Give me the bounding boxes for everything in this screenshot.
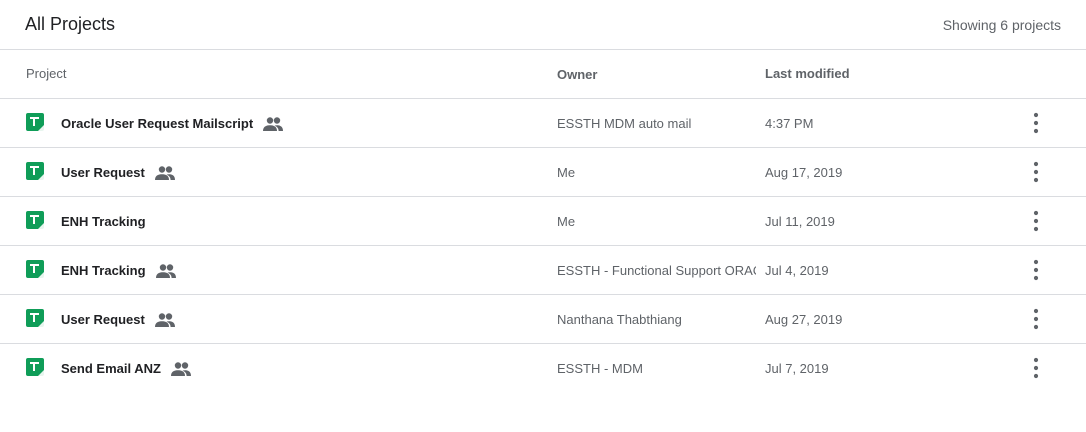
more-vert-icon[interactable] <box>1026 356 1046 380</box>
people-icon <box>170 361 191 376</box>
apps-script-file-icon <box>26 260 44 278</box>
people-icon <box>263 116 284 131</box>
more-vert-icon[interactable] <box>1026 160 1046 184</box>
project-last-modified: Jul 11, 2019 <box>765 214 835 229</box>
project-owner: Nanthana Thabthiang <box>557 312 682 327</box>
project-count: Showing 6 projects <box>942 17 1061 33</box>
project-last-modified: 4:37 PM <box>765 116 814 131</box>
project-name: User Request <box>61 165 145 180</box>
page-title: All Projects <box>25 14 116 34</box>
project-name: Oracle User Request Mailscript <box>61 116 254 131</box>
project-owner: ESSTH MDM auto mail <box>557 116 692 131</box>
project-owner: ESSTH - MDM <box>557 361 643 376</box>
apps-script-file-icon <box>26 309 44 327</box>
column-header-owner[interactable]: Owner <box>557 67 597 82</box>
project-name: ENH Tracking <box>61 214 146 229</box>
project-owner: ESSTH - Functional Support ORAC <box>557 263 756 278</box>
project-last-modified: Jul 7, 2019 <box>765 361 829 376</box>
page-header: All Projects Showing 6 projects <box>0 0 1086 50</box>
project-owner: Me <box>557 214 576 229</box>
column-header-last-modified[interactable]: Last modified <box>765 66 850 81</box>
more-vert-icon[interactable] <box>1026 209 1046 233</box>
project-row[interactable]: ENH Tracking ESSTH - Functional Support … <box>0 246 1086 295</box>
more-vert-icon[interactable] <box>1026 111 1046 135</box>
people-icon <box>154 312 175 327</box>
project-name: User Request <box>61 312 145 327</box>
apps-script-file-icon <box>26 358 44 376</box>
people-icon <box>154 165 175 180</box>
column-header-project[interactable]: Project <box>26 66 66 81</box>
apps-script-file-icon <box>26 113 44 131</box>
project-row[interactable]: User Request Me Aug 17, 2019 <box>0 148 1086 197</box>
project-row[interactable]: Send Email ANZ ESSTH - MDM Jul 7, 2019 <box>0 344 1086 393</box>
project-owner: Me <box>557 165 576 180</box>
project-row[interactable]: ENH Tracking Me Jul 11, 2019 <box>0 197 1086 246</box>
project-last-modified: Aug 27, 2019 <box>765 312 843 327</box>
project-last-modified: Jul 4, 2019 <box>765 263 829 278</box>
project-name: Send Email ANZ <box>61 361 161 376</box>
project-last-modified: Aug 17, 2019 <box>765 165 843 180</box>
more-vert-icon[interactable] <box>1026 307 1046 331</box>
projects-page: All Projects Showing 6 projects Project … <box>0 0 1086 432</box>
project-row[interactable]: User Request Nanthana Thabthiang Aug 27,… <box>0 295 1086 344</box>
project-name: ENH Tracking <box>61 263 146 278</box>
apps-script-file-icon <box>26 211 44 229</box>
people-icon <box>155 263 176 278</box>
project-row[interactable]: Oracle User Request Mailscript ESSTH MDM… <box>0 99 1086 148</box>
column-headers: Project Owner Last modified <box>0 50 1086 99</box>
more-vert-icon[interactable] <box>1026 258 1046 282</box>
apps-script-file-icon <box>26 162 44 180</box>
project-list: Oracle User Request Mailscript ESSTH MDM… <box>0 99 1086 393</box>
